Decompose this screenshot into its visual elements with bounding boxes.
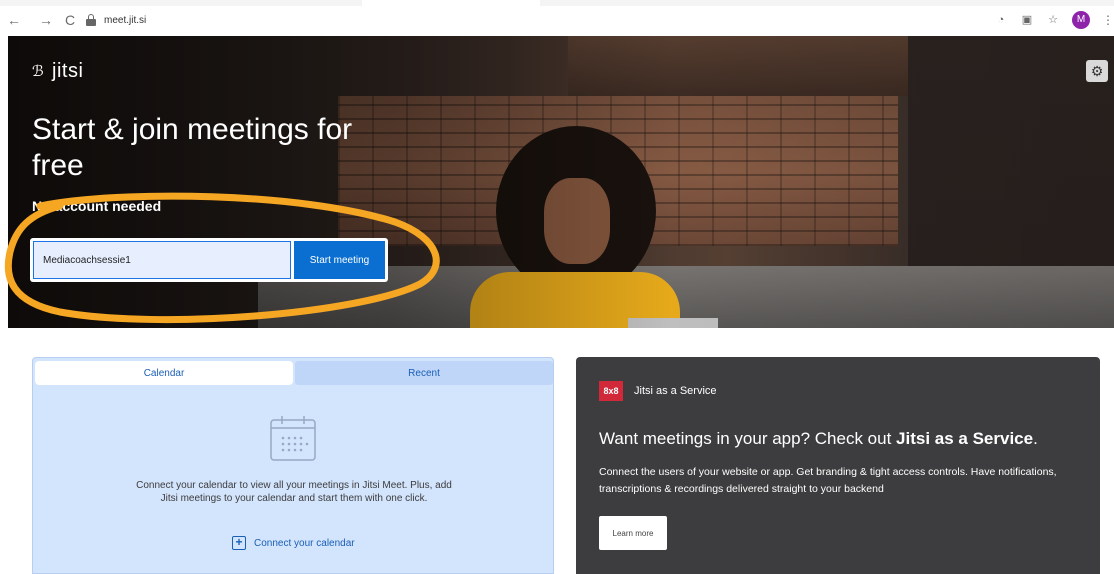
translate-icon[interactable]: ▣ <box>1020 13 1034 27</box>
jaas-description: Connect the users of your website or app… <box>599 466 1057 495</box>
tab-calendar[interactable]: Calendar <box>35 361 293 385</box>
forward-icon[interactable]: → <box>38 12 54 28</box>
jaas-label: Jitsi as a Service <box>634 385 717 397</box>
calendar-description: Connect your calendar to view all your m… <box>136 480 452 504</box>
8x8-logo: 8x8 <box>599 381 623 401</box>
connect-calendar-label: Connect your calendar <box>254 537 355 549</box>
jaas-headline-prefix: Want meetings in your app? Check out <box>599 429 897 448</box>
calendar-icon <box>270 416 316 461</box>
calendar-tabs: Calendar Recent <box>35 361 553 387</box>
tab-strip <box>0 0 1114 6</box>
menu-kebab-icon[interactable]: ⋮ <box>1102 13 1114 27</box>
start-meeting-button[interactable]: Start meeting <box>294 241 385 279</box>
url-text: meet.jit.si <box>104 14 147 26</box>
calendar-panel: Calendar Recent Connect your calendar to… <box>32 357 554 574</box>
learn-more-button[interactable]: Learn more <box>599 516 667 550</box>
connect-calendar-link[interactable]: + Connect your calendar <box>232 536 355 550</box>
browser-actions: ◔ ▣ ☆ M ⋮ <box>994 10 1114 30</box>
extension-icon[interactable]: ◔ <box>994 13 1008 27</box>
enter-room-form: Mediacoachsessie1 Start meeting <box>30 238 388 282</box>
active-tab[interactable] <box>362 0 540 7</box>
reload-icon[interactable]: C <box>62 12 78 28</box>
address-bar[interactable]: meet.jit.si <box>86 9 1046 31</box>
tab-recent[interactable]: Recent <box>295 361 553 385</box>
jitsi-logo-icon: ℬ <box>32 62 44 80</box>
add-calendar-icon: + <box>232 536 246 550</box>
jitsi-logo[interactable]: ℬ jitsi <box>32 60 83 83</box>
back-icon[interactable]: ← <box>6 12 22 28</box>
room-name-input[interactable]: Mediacoachsessie1 <box>33 241 291 279</box>
jitsi-logo-text: jitsi <box>52 60 84 82</box>
settings-gear-icon[interactable]: ⚙ <box>1086 60 1108 82</box>
bookmark-star-icon[interactable]: ☆ <box>1046 13 1060 27</box>
hero-subtitle: No account needed <box>32 198 162 214</box>
lock-icon <box>86 14 96 26</box>
jaas-headline-suffix: . <box>1033 429 1038 448</box>
jaas-headline: Want meetings in your app? Check out Jit… <box>599 429 1079 449</box>
hero-title: Start & join meetings for free <box>32 113 353 182</box>
browser-toolbar: ← → C meet.jit.si ◔ ▣ ☆ M ⋮ <box>0 0 1114 36</box>
hero-section: ℬ jitsi ⚙ Start & join meetings for free… <box>8 36 1114 328</box>
jaas-headline-bold: Jitsi as a Service <box>896 429 1034 448</box>
jaas-panel: 8x8 Jitsi as a Service Want meetings in … <box>576 357 1100 574</box>
profile-avatar[interactable]: M <box>1072 11 1090 29</box>
